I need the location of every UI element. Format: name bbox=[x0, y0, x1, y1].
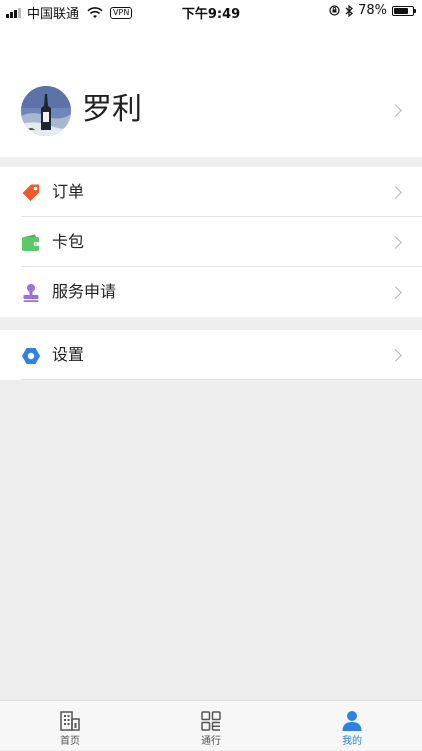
status-left: 中国联通 VPN bbox=[6, 3, 133, 22]
carrier-label: 中国联通 bbox=[27, 7, 80, 22]
tab-label: 首页 bbox=[60, 736, 80, 747]
menu-item-label: 卡包 bbox=[52, 232, 85, 251]
menu-group-main: 订单 卡包 服务申请 bbox=[0, 167, 422, 317]
tab-label: 我的 bbox=[342, 736, 362, 747]
menu-item-orders[interactable]: 订单 bbox=[0, 167, 422, 217]
tab-home[interactable]: 首页 bbox=[0, 701, 140, 751]
signal-icon bbox=[6, 7, 21, 18]
chevron-right-icon bbox=[389, 236, 402, 249]
hexagon-settings-icon bbox=[22, 348, 40, 364]
user-icon bbox=[342, 711, 362, 731]
menu-item-label: 订单 bbox=[52, 182, 85, 201]
chevron-right-icon bbox=[389, 186, 402, 199]
tab-mine[interactable]: 我的 bbox=[282, 701, 422, 751]
orientation-lock-icon bbox=[329, 5, 340, 16]
wallet-icon bbox=[22, 234, 39, 251]
menu-item-service-request[interactable]: 服务申请 bbox=[0, 267, 422, 317]
menu-group-settings: 设置 bbox=[0, 330, 422, 380]
status-right: 78% bbox=[329, 3, 416, 18]
avatar[interactable] bbox=[21, 86, 71, 136]
bluetooth-icon bbox=[345, 4, 354, 17]
battery-percent: 78% bbox=[358, 3, 387, 18]
wifi-icon bbox=[87, 6, 103, 18]
tag-icon bbox=[22, 184, 39, 201]
divider bbox=[21, 379, 422, 380]
tab-pass[interactable]: 通行 bbox=[141, 701, 281, 751]
battery-icon bbox=[392, 5, 416, 16]
profile-name: 罗利 bbox=[82, 92, 142, 127]
building-icon bbox=[60, 711, 80, 731]
vpn-badge: VPN bbox=[110, 6, 133, 19]
status-bar: 中国联通 VPN 下午9:49 78% bbox=[0, 0, 422, 22]
stamp-icon bbox=[23, 284, 39, 302]
menu-item-label: 服务申请 bbox=[52, 282, 117, 301]
avatar-photo bbox=[21, 86, 71, 136]
chevron-right-icon bbox=[389, 104, 402, 117]
profile-card[interactable]: 罗利 bbox=[0, 22, 422, 157]
menu-item-wallet[interactable]: 卡包 bbox=[0, 217, 422, 267]
menu-item-settings[interactable]: 设置 bbox=[0, 330, 422, 380]
qr-grid-icon bbox=[201, 711, 221, 731]
menu-item-label: 设置 bbox=[52, 345, 85, 364]
chevron-right-icon bbox=[389, 349, 402, 362]
tab-bar: 首页 通行 我的 bbox=[0, 700, 422, 750]
chevron-right-icon bbox=[389, 286, 402, 299]
tab-label: 通行 bbox=[201, 736, 221, 747]
